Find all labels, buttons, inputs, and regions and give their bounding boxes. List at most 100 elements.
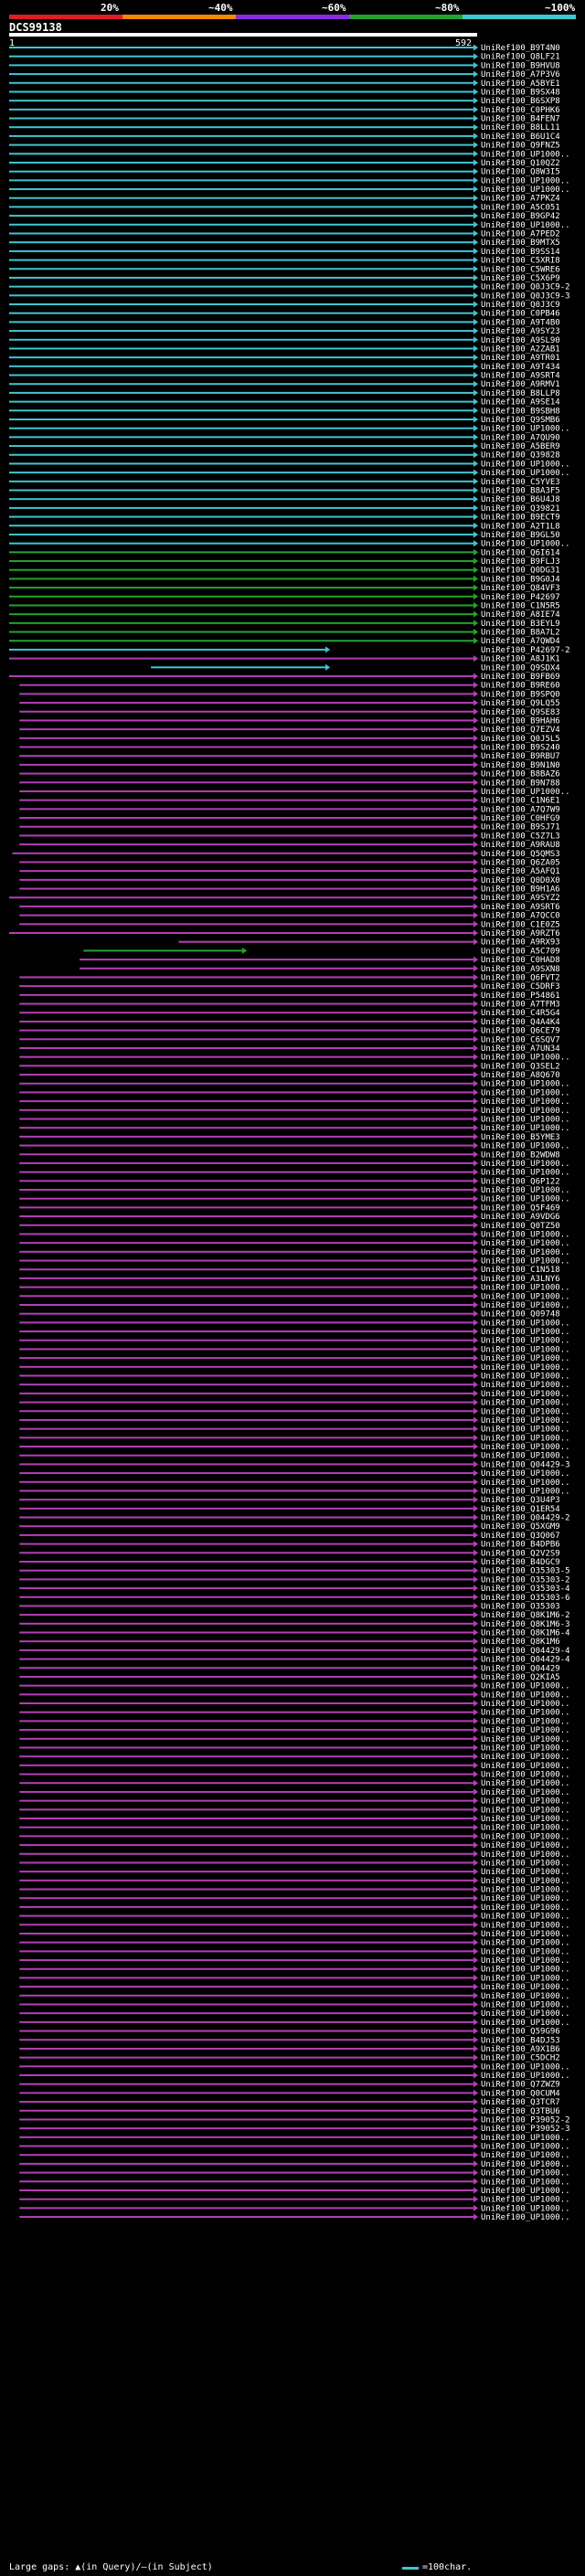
hit-label[interactable]: UniRef100_UP1000..	[481, 2062, 570, 2072]
hit-label[interactable]: UniRef100_B9N1N0	[481, 761, 560, 770]
hit-label[interactable]: UniRef100_UP1000..	[481, 2000, 570, 2009]
hit-label[interactable]: UniRef100_UP1000..	[481, 1390, 570, 1399]
hit-label[interactable]: UniRef100_Q9SDX4	[481, 663, 560, 673]
hit-label[interactable]: UniRef100_UP1000..	[481, 186, 570, 195]
hit-label[interactable]: UniRef100_UP1000..	[481, 1709, 570, 1718]
hit-label[interactable]: UniRef100_C5YVE3	[481, 478, 560, 487]
hit-label[interactable]: UniRef100_A7QU90	[481, 433, 560, 442]
hit-label[interactable]: UniRef100_UP1000..	[481, 2213, 570, 2222]
hit-label[interactable]: UniRef100_Q04429-4	[481, 1647, 570, 1656]
hit-label[interactable]: UniRef100_Q5XGM9	[481, 1522, 560, 1532]
hit-label[interactable]: UniRef100_Q8K1M6-3	[481, 1620, 570, 1629]
hit-label[interactable]: UniRef100_Q8K1M6	[481, 1638, 560, 1647]
hit-label[interactable]: UniRef100_Q1ER54	[481, 1505, 560, 1514]
hit-label[interactable]: UniRef100_Q0J5L5	[481, 735, 560, 744]
hit-label[interactable]: UniRef100_Q04429-3	[481, 1460, 570, 1469]
hit-label[interactable]: UniRef100_UP1000..	[481, 1088, 570, 1097]
hit-label[interactable]: UniRef100_C5DCH2	[481, 2054, 560, 2063]
hit-label[interactable]: UniRef100_A9VDG6	[481, 1213, 560, 1222]
hit-label[interactable]: UniRef100_B4DGC9	[481, 1558, 560, 1567]
hit-label[interactable]: UniRef100_Q3U4P3	[481, 1496, 560, 1505]
hit-label[interactable]: UniRef100_A9RMV1	[481, 380, 560, 389]
hit-label[interactable]: UniRef100_UP1000..	[481, 1859, 570, 1868]
hit-label[interactable]: UniRef100_UP1000..	[481, 150, 570, 159]
hit-label[interactable]: UniRef100_UP1000..	[481, 1815, 570, 1824]
hit-label[interactable]: UniRef100_B8A7L2	[481, 629, 560, 638]
hit-label[interactable]: UniRef100_UP1000..	[481, 1886, 570, 1895]
hit-label[interactable]: UniRef100_Q59G96	[481, 2028, 560, 2037]
hit-label[interactable]: UniRef100_A9RAU8	[481, 841, 560, 850]
hit-label[interactable]: UniRef100_UP1000..	[481, 1913, 570, 1922]
hit-label[interactable]: UniRef100_O35303	[481, 1602, 560, 1611]
hit-label[interactable]: UniRef100_Q2V2S9	[481, 1549, 560, 1558]
hit-label[interactable]: UniRef100_P39052-2	[481, 2115, 570, 2125]
hit-label[interactable]: UniRef100_Q0J3C9	[481, 301, 560, 310]
hit-label[interactable]: UniRef100_UP1000..	[481, 1832, 570, 1841]
hit-label[interactable]: UniRef100_A9SL90	[481, 336, 560, 345]
hit-label[interactable]: UniRef100_Q5QMS3	[481, 850, 560, 859]
hit-label[interactable]: UniRef100_A8IE74	[481, 610, 560, 620]
hit-label[interactable]: UniRef100_UP1000..	[481, 460, 570, 469]
hit-label[interactable]: UniRef100_B6U4J8	[481, 495, 560, 504]
hit-label[interactable]: UniRef100_A9X1B6	[481, 2045, 560, 2054]
hit-label[interactable]: UniRef100_Q3SEL2	[481, 1062, 560, 1071]
hit-label[interactable]: UniRef100_Q0D0X0	[481, 876, 560, 885]
hit-label[interactable]: UniRef100_C5WRE6	[481, 265, 560, 274]
hit-label[interactable]: UniRef100_B9GL50	[481, 531, 560, 540]
hit-label[interactable]: UniRef100_B8BAZ6	[481, 770, 560, 779]
hit-label[interactable]: UniRef100_UP1000..	[481, 1169, 570, 1178]
hit-label[interactable]: UniRef100_Q39828	[481, 451, 560, 461]
hit-label[interactable]: UniRef100_UP1000..	[481, 1735, 570, 1744]
hit-label[interactable]: UniRef100_A7QCC0	[481, 912, 560, 921]
hit-label[interactable]: UniRef100_C1E0Z5	[481, 920, 560, 929]
hit-label[interactable]: UniRef100_UP1000..	[481, 469, 570, 478]
hit-label[interactable]: UniRef100_B9RE60	[481, 682, 560, 691]
hit-label[interactable]: UniRef100_Q0J3C9-3	[481, 292, 570, 301]
hit-label[interactable]: UniRef100_UP1000..	[481, 1230, 570, 1239]
hit-label[interactable]: UniRef100_A9T434	[481, 363, 560, 372]
hit-label[interactable]: UniRef100_A9TR01	[481, 354, 560, 363]
hit-label[interactable]: UniRef100_P39052-3	[481, 2125, 570, 2134]
hit-label[interactable]: UniRef100_A7UN34	[481, 1044, 560, 1054]
hit-label[interactable]: UniRef100_Q0DG31	[481, 567, 560, 576]
hit-label[interactable]: UniRef100_UP1000..	[481, 2160, 570, 2169]
hit-label[interactable]: UniRef100_UP1000..	[481, 1097, 570, 1107]
hit-label[interactable]: UniRef100_C4R5G4	[481, 1009, 560, 1018]
hit-label[interactable]: UniRef100_UP1000..	[481, 1407, 570, 1416]
hit-label[interactable]: UniRef100_Q5F469	[481, 1203, 560, 1213]
hit-label[interactable]: UniRef100_B9SX48	[481, 88, 560, 97]
hit-label[interactable]: UniRef100_UP1000..	[481, 1054, 570, 1063]
hit-label[interactable]: UniRef100_Q9LQ55	[481, 699, 560, 708]
hit-label[interactable]: UniRef100_A3LNY6	[481, 1275, 560, 1284]
hit-label[interactable]: UniRef100_A9SY23	[481, 327, 560, 336]
hit-label[interactable]: UniRef100_UP1000..	[481, 1426, 570, 1435]
hit-label[interactable]: UniRef100_UP1000..	[481, 2169, 570, 2178]
hit-label[interactable]: UniRef100_O35303-6	[481, 1594, 570, 1603]
hit-label[interactable]: UniRef100_Q4A4K4	[481, 1018, 560, 1027]
hit-label[interactable]: UniRef100_C0HFG9	[481, 814, 560, 823]
hit-label[interactable]: UniRef100_UP1000..	[481, 1337, 570, 1346]
hit-label[interactable]: UniRef100_Q9SMB6	[481, 416, 560, 425]
hit-label[interactable]: UniRef100_UP1000..	[481, 1744, 570, 1753]
hit-label[interactable]: UniRef100_UP1000..	[481, 1195, 570, 1204]
hit-label[interactable]: UniRef100_UP1000..	[481, 176, 570, 186]
hit-label[interactable]: UniRef100_UP1000..	[481, 1328, 570, 1337]
hit-label[interactable]: UniRef100_UP1000..	[481, 1682, 570, 1691]
hit-label[interactable]: UniRef100_C0PB46	[481, 310, 560, 319]
hit-label[interactable]: UniRef100_Q0CUM4	[481, 2089, 560, 2098]
hit-label[interactable]: UniRef100_C1N518	[481, 1266, 560, 1275]
hit-label[interactable]: UniRef100_UP1000..	[481, 1974, 570, 1983]
hit-label[interactable]: UniRef100_Q8W3I5	[481, 168, 560, 177]
hit-label[interactable]: UniRef100_Q04429	[481, 1664, 560, 1673]
hit-label[interactable]: UniRef100_UP1000..	[481, 1487, 570, 1496]
hit-label[interactable]: UniRef100_B9FLJ3	[481, 557, 560, 567]
hit-label[interactable]: UniRef100_Q6I614	[481, 548, 560, 557]
hit-label[interactable]: UniRef100_B4DJ53	[481, 2036, 560, 2045]
hit-label[interactable]: UniRef100_A7PKZ4	[481, 195, 560, 204]
hit-label[interactable]: UniRef100_B9RBU7	[481, 752, 560, 761]
hit-label[interactable]: UniRef100_P54861	[481, 991, 560, 1001]
hit-label[interactable]: UniRef100_B6U1C4	[481, 133, 560, 142]
hit-label[interactable]: UniRef100_B8LLP8	[481, 389, 560, 398]
hit-label[interactable]: UniRef100_UP1000..	[481, 1992, 570, 2001]
hit-label[interactable]: UniRef100_C1N5R5	[481, 601, 560, 610]
